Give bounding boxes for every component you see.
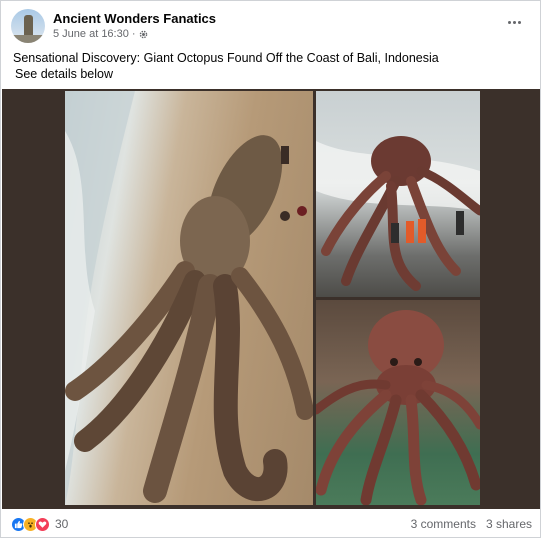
meta-separator: · bbox=[131, 28, 136, 40]
dot-icon bbox=[507, 20, 511, 24]
beach-octopus-photo[interactable] bbox=[65, 91, 313, 505]
post-media-collage bbox=[2, 89, 540, 509]
shares-link[interactable]: 3 shares bbox=[486, 517, 532, 531]
avatar-ground-graphic bbox=[11, 35, 45, 43]
reaction-count: 30 bbox=[55, 517, 69, 531]
beach-octopus-image bbox=[65, 91, 313, 505]
see-details-text: See details below bbox=[15, 67, 113, 81]
page-name-link[interactable]: Ancient Wonders Fanatics bbox=[53, 11, 216, 26]
love-reaction-icon bbox=[35, 516, 50, 532]
post-text: Sensational Discovery: Giant Octopus Fou… bbox=[13, 50, 439, 82]
post-meta: 5 June at 16:30 · bbox=[53, 28, 148, 40]
reactions-summary[interactable]: 30 bbox=[11, 516, 68, 532]
post-header: Ancient Wonders Fanatics 5 June at 16:30… bbox=[11, 9, 532, 45]
dot-icon bbox=[512, 20, 516, 24]
market-octopus-image bbox=[316, 310, 480, 505]
engagement-stats: 3 comments 3 shares bbox=[411, 517, 532, 531]
market-octopus-photo[interactable] bbox=[316, 300, 480, 505]
post-timestamp[interactable]: 5 June at 16:30 bbox=[53, 28, 129, 40]
gear-icon[interactable] bbox=[139, 30, 148, 39]
post-footer: 30 3 comments 3 shares bbox=[11, 513, 532, 535]
facebook-post: Ancient Wonders Fanatics 5 June at 16:30… bbox=[0, 0, 541, 538]
post-text-line: Sensational Discovery: Giant Octopus Fou… bbox=[13, 51, 439, 65]
dot-icon bbox=[517, 20, 521, 24]
more-options-icon[interactable] bbox=[502, 13, 526, 31]
page-avatar[interactable] bbox=[11, 9, 45, 43]
surf-octopus-photo[interactable] bbox=[316, 91, 480, 297]
comments-link[interactable]: 3 comments bbox=[411, 517, 476, 531]
surf-octopus-image bbox=[316, 136, 480, 291]
